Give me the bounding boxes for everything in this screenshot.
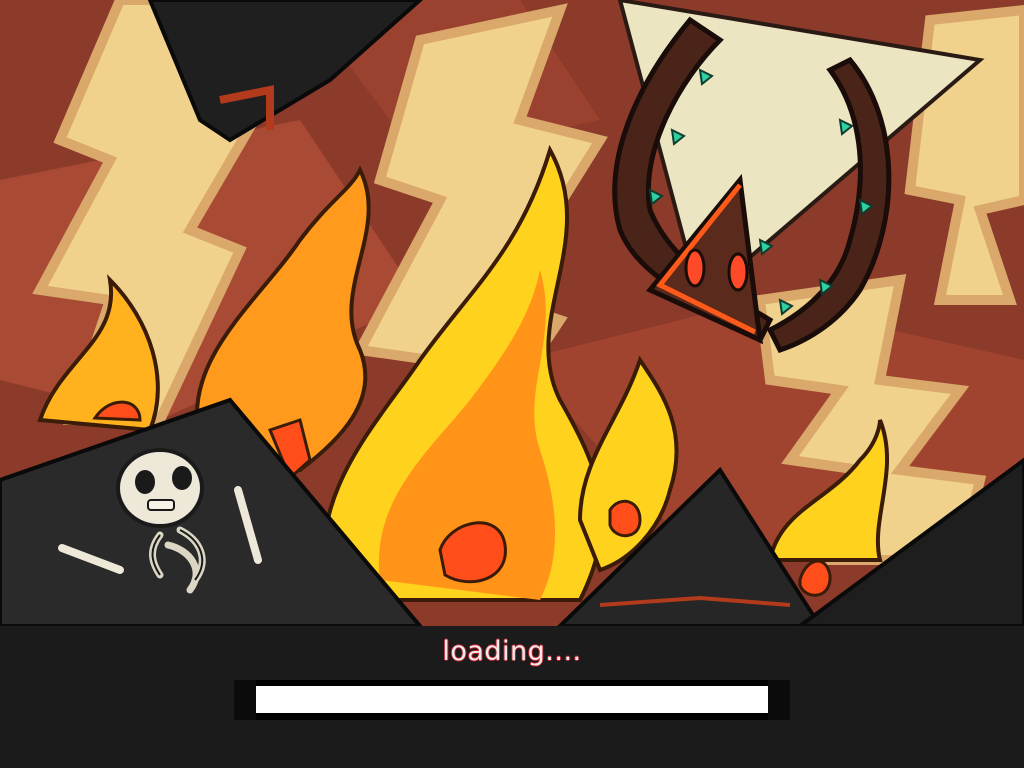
progress-bar-cap-right [768,680,790,720]
skull-icon [116,448,204,528]
progress-bar-cap-left [234,680,256,720]
loading-panel: loading.... [0,626,1024,768]
progress-bar-fill [256,686,768,713]
game-scene-artwork [0,0,1024,626]
loading-label: loading.... [442,636,582,667]
